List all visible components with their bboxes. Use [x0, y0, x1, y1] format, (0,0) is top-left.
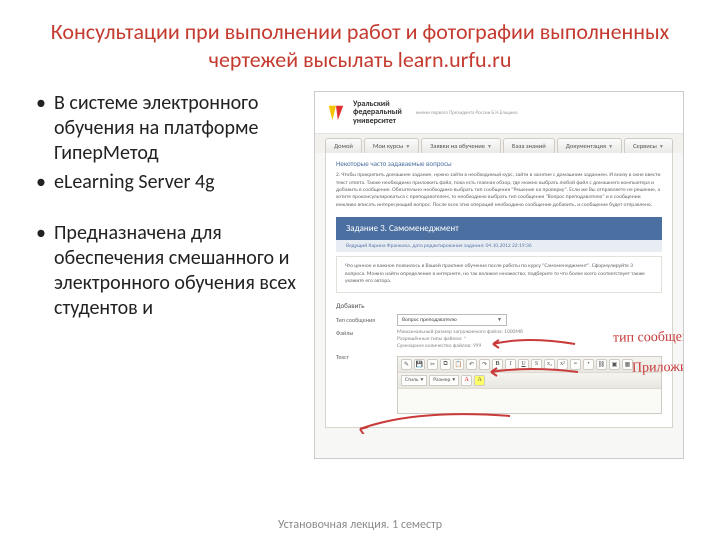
type-value: Вопрос преподавателю [402, 317, 457, 323]
rte-image-icon[interactable]: ▣ [609, 359, 620, 370]
bullet-list: В системе электронного обучения на платф… [36, 91, 296, 459]
slide-title: Консультации при выполнении работ и фото… [36, 18, 684, 73]
urfu-logo-icon [327, 104, 345, 122]
rte-copy-icon[interactable]: ⧉ [440, 359, 451, 370]
slide: Консультации при выполнении работ и фото… [0, 0, 720, 540]
main-nav: Домой Мои курсы▼ Заявки на обучение▼ Баз… [315, 134, 683, 153]
content-row: В системе электронного обучения на платф… [36, 91, 684, 459]
slide-footer: Установочная лекция. 1 семестр [0, 518, 720, 532]
rte-paste-icon[interactable]: 📋 [453, 359, 464, 370]
tab-home[interactable]: Домой [325, 138, 362, 153]
tab-services[interactable]: Сервисы▼ [624, 138, 673, 153]
chevron-down-icon: ▼ [608, 144, 613, 150]
task-title-band: Задание 3. Самоменеджмент [336, 217, 662, 240]
chevron-down-icon: ▾ [420, 377, 423, 383]
bullet-2: eLearning Server 4g [36, 170, 296, 195]
annotation-arrow-2 [485, 364, 580, 380]
rte-table-icon[interactable]: ▦ [622, 359, 633, 370]
add-title: Добавить [336, 301, 662, 310]
chevron-down-icon: ▾ [452, 377, 455, 383]
rte-bgcolor-icon[interactable]: A [474, 375, 485, 386]
type-dropdown[interactable]: Вопрос преподавателю ▼ [397, 314, 507, 326]
task-subtitle: Ведущий Карина Франкова, дата редактиров… [336, 240, 662, 252]
tab-requests[interactable]: Заявки на обучение▼ [421, 138, 501, 153]
tab-my-courses[interactable]: Мои курсы▼ [364, 138, 419, 153]
bullet-3: Предназначена для обеспечения смешанного… [36, 221, 296, 321]
logo-subtitle: имени первого Президента России Б.Н.Ельц… [416, 110, 518, 116]
type-label: Тип сообщения [336, 316, 391, 324]
rte-style-select[interactable]: Стиль▾ [401, 375, 427, 386]
annotation-arrow-1 [487, 336, 577, 352]
logo-text: Уральский федеральный университет [353, 100, 402, 125]
rte-size-select[interactable]: Размер▾ [429, 375, 459, 386]
rte-undo-icon[interactable]: ↶ [466, 359, 477, 370]
chevron-down-icon: ▼ [497, 317, 502, 323]
files-label: Файлы [336, 329, 391, 337]
rte-ul-icon[interactable]: • [583, 359, 594, 370]
tab-docs[interactable]: Документация▼ [557, 138, 622, 153]
page-body: Некоторые часто задаваемые вопросы 2. Чт… [325, 153, 673, 428]
rte-cut-icon[interactable]: ✂ [427, 359, 438, 370]
bullet-1: В системе электронного обучения на платф… [36, 91, 296, 166]
hint-maxsize: Максимальный размер загружаемого файла: … [397, 329, 523, 336]
logo-line3: университет [353, 117, 402, 125]
rte-save-icon[interactable]: 💾 [414, 359, 425, 370]
chevron-down-icon: ▼ [487, 144, 492, 150]
rte-color-icon[interactable]: A [461, 375, 472, 386]
annotation-arrow-3 [355, 404, 515, 434]
rte-source-icon[interactable]: ✎ [401, 359, 412, 370]
tab-kb[interactable]: База знаний [503, 138, 555, 153]
embedded-screenshot: Уральский федеральный университет имени … [314, 91, 684, 459]
text-label: Текст [336, 353, 391, 361]
faq-text: 2. Чтобы прикрепить домашнее задание, ну… [336, 172, 662, 209]
chevron-down-icon: ▼ [405, 144, 410, 150]
rte-link-icon[interactable]: ⛓ [596, 359, 607, 370]
field-type-row: Тип сообщения Вопрос преподавателю ▼ [336, 314, 662, 326]
chevron-down-icon: ▼ [659, 144, 664, 150]
add-block: Добавить Тип сообщения Вопрос преподават… [336, 301, 662, 414]
faq-heading: Некоторые часто задаваемые вопросы [336, 159, 662, 168]
task-description: Что ценное и важное появилось в Вашей пр… [336, 256, 662, 292]
site-header: Уральский федеральный университет имени … [315, 92, 683, 134]
